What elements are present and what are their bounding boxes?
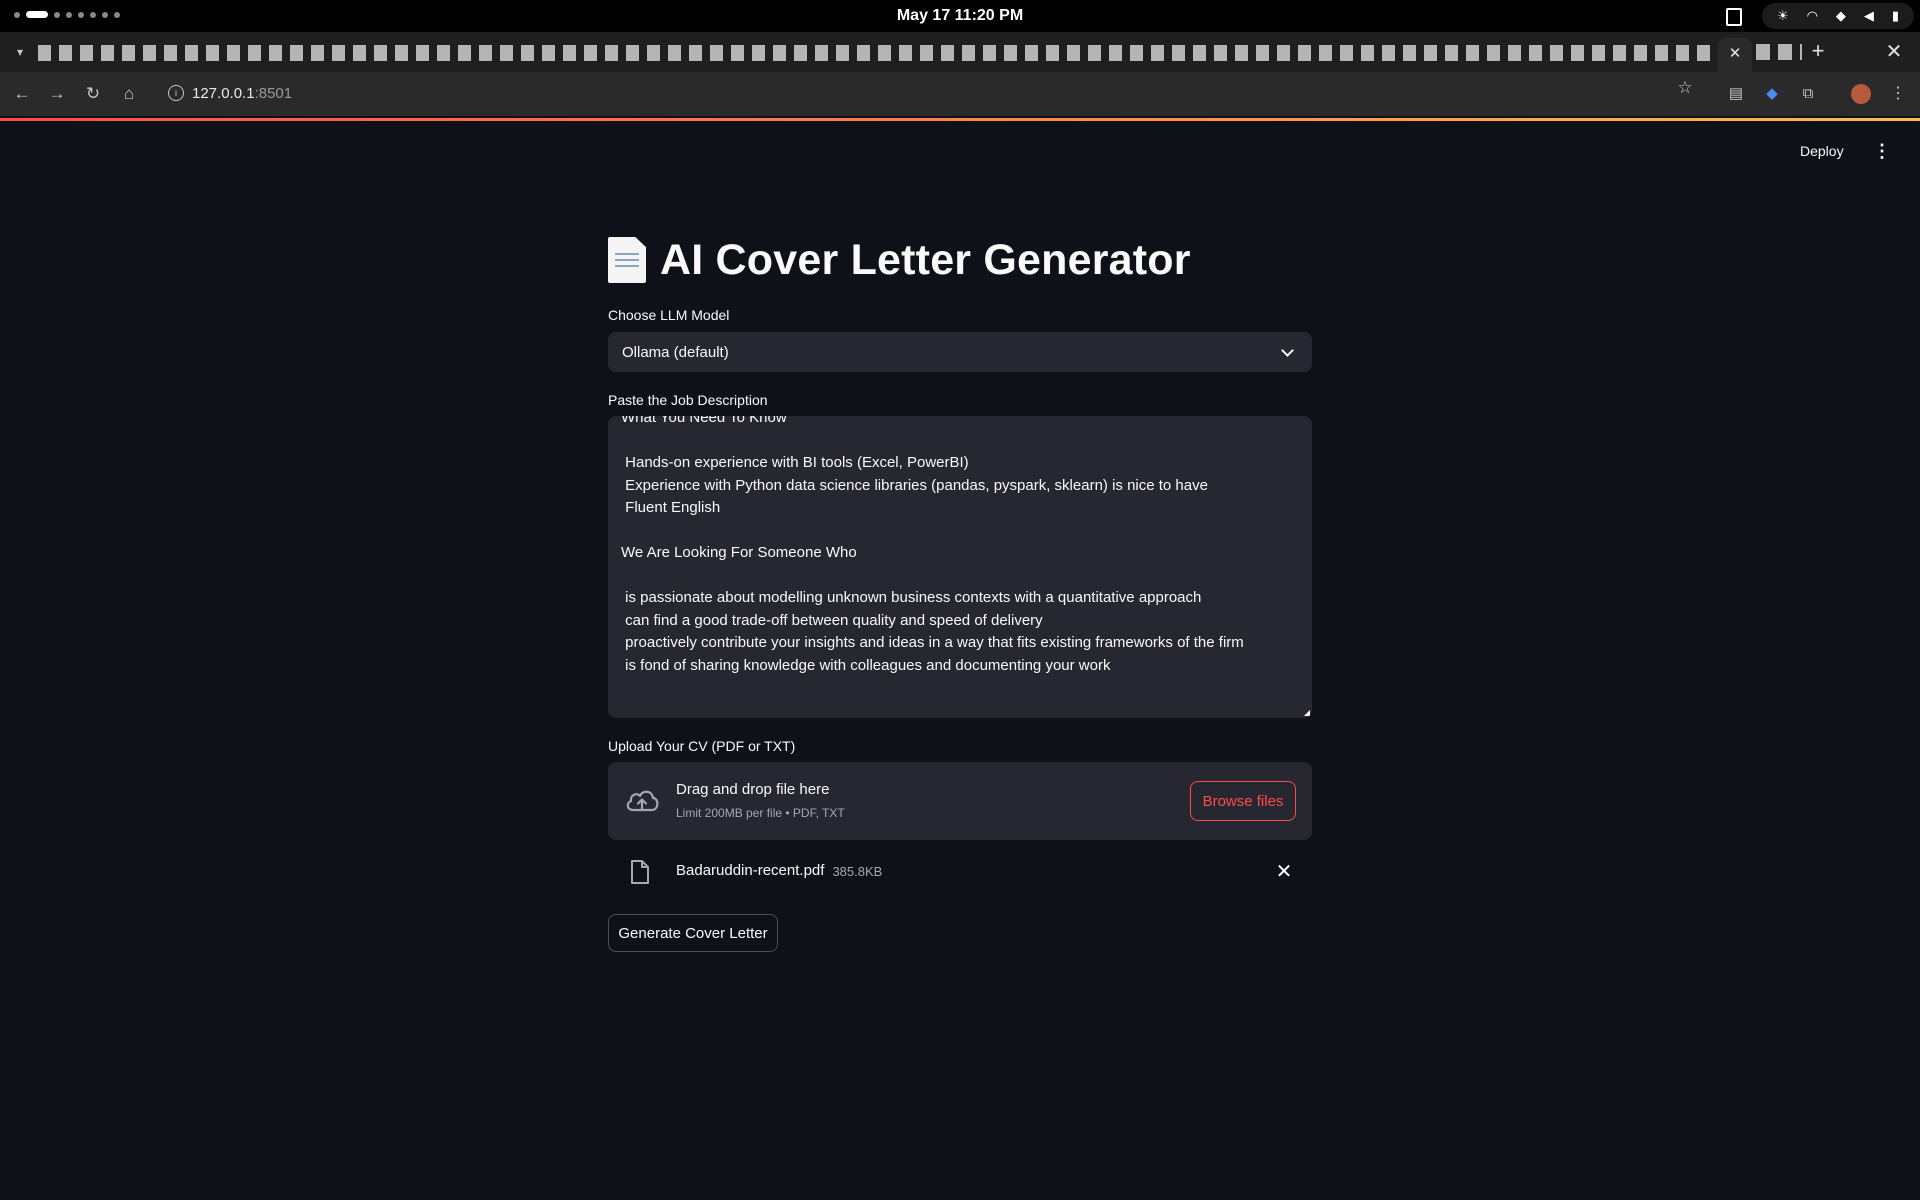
profile-avatar[interactable] [1851, 84, 1871, 104]
clipboard-icon[interactable] [1726, 8, 1742, 26]
file-dropzone[interactable]: Drag and drop file here Limit 200MB per … [608, 762, 1312, 840]
pinned-tab-favicons[interactable] [38, 45, 1713, 61]
browser-tab-strip: ▾ [0, 32, 1920, 72]
bookmark-star-icon[interactable]: ☆ [1670, 72, 1700, 104]
url-port: :8501 [254, 85, 293, 102]
url-text[interactable]: 127.0.0.1:8501 [192, 85, 292, 102]
dropzone-title: Drag and drop file here [676, 781, 830, 798]
active-tab-close-icon[interactable]: ✕ [1718, 38, 1752, 72]
system-tray[interactable]: ☀ ◠ ◆ ◀ ▮ [1762, 3, 1914, 29]
trailing-tab-favicons[interactable] [1756, 44, 1802, 60]
job-description-text[interactable]: What You Need To Know Hands-on experienc… [621, 416, 1301, 677]
job-description-line: Hands-on experience with BI tools (Excel… [621, 454, 969, 471]
job-description-label: Paste the Job Description [608, 392, 768, 408]
uploaded-file-name: Badaruddin-recent.pdf [676, 862, 825, 879]
cv-upload-label: Upload Your CV (PDF or TXT) [608, 738, 796, 754]
job-description-line: Fluent English [621, 499, 721, 516]
volume-icon: ◀ [1863, 8, 1874, 23]
cloud-upload-icon [626, 790, 659, 812]
job-description-line [621, 565, 1301, 588]
back-arrow-icon[interactable]: ← [10, 82, 34, 106]
home-icon[interactable]: ⌂ [117, 82, 141, 106]
extensions-puzzle-icon[interactable]: ⧉ [1798, 84, 1818, 104]
brightness-icon: ☀ [1776, 8, 1789, 23]
forward-arrow-icon[interactable]: → [45, 82, 69, 106]
browser-menu-icon[interactable]: ⋮ [1888, 83, 1908, 105]
wifi-icon: ◠ [1806, 8, 1818, 23]
browse-files-button[interactable]: Browse files [1190, 781, 1296, 821]
page-title-text: AI Cover Letter Generator [660, 235, 1191, 284]
system-top-bar: May 17 11:20 PM ☀ ◠ ◆ ◀ ▮ [0, 0, 1920, 32]
reading-list-icon[interactable]: ▤ [1726, 84, 1746, 104]
job-description-line: What You Need To Know [621, 416, 787, 426]
resize-handle-icon[interactable] [1304, 710, 1310, 716]
new-tab-button[interactable]: + [1804, 38, 1832, 66]
job-description-line: is fond of sharing knowledge with collea… [621, 656, 1111, 674]
notification-bell-icon: ◆ [1835, 8, 1846, 23]
model-select[interactable]: Ollama (default) [608, 332, 1312, 372]
job-description-line [621, 520, 1301, 543]
deploy-button[interactable]: Deploy [1800, 143, 1844, 159]
uploaded-file-size: 385.8KB [832, 864, 883, 879]
uploaded-file-row: Badaruddin-recent.pdf 385.8KB ✕ [608, 850, 1312, 894]
model-select-value: Ollama (default) [622, 343, 729, 361]
document-emoji-icon [608, 237, 646, 283]
job-description-textarea[interactable]: What You Need To Know Hands-on experienc… [608, 416, 1312, 718]
job-description-line: We Are Looking For Someone Who [621, 544, 857, 561]
browser-toolbar: ← → ↻ ⌂ i 127.0.0.1:8501 ☆ ▤ ◆ ⧉ ⋮ [0, 72, 1920, 116]
dropzone-hint: Limit 200MB per file • PDF, TXT [676, 806, 845, 820]
extension-icon[interactable]: ◆ [1762, 84, 1782, 104]
remove-file-close-icon[interactable]: ✕ [1272, 860, 1296, 884]
tab-search-chevron-icon[interactable]: ▾ [8, 40, 32, 64]
url-host: 127.0.0.1 [192, 85, 255, 102]
app-decoration-bar [0, 118, 1920, 121]
app-menu-icon[interactable]: ⋮ [1872, 139, 1892, 163]
model-select-label: Choose LLM Model [608, 307, 730, 323]
job-description-line: can find a good trade-off between qualit… [621, 611, 1043, 629]
job-description-line: Experience with Python data science libr… [621, 476, 1208, 494]
window-close-icon[interactable]: ✕ [1880, 40, 1908, 66]
system-clock[interactable]: May 17 11:20 PM [0, 7, 1920, 25]
battery-icon: ▮ [1891, 8, 1900, 23]
job-description-line: proactively contribute your insights and… [621, 634, 1244, 651]
address-bar[interactable]: i 127.0.0.1:8501 [158, 78, 1690, 110]
reload-icon[interactable]: ↻ [81, 82, 105, 106]
job-description-line: is passionate about modelling unknown bu… [621, 589, 1202, 606]
site-info-icon[interactable]: i [168, 85, 184, 101]
generate-cover-letter-button[interactable]: Generate Cover Letter [608, 914, 778, 952]
chevron-down-icon [1281, 343, 1294, 357]
file-icon [631, 860, 649, 884]
page-title: AI Cover Letter Generator [608, 228, 1191, 292]
job-description-line [621, 430, 1301, 453]
